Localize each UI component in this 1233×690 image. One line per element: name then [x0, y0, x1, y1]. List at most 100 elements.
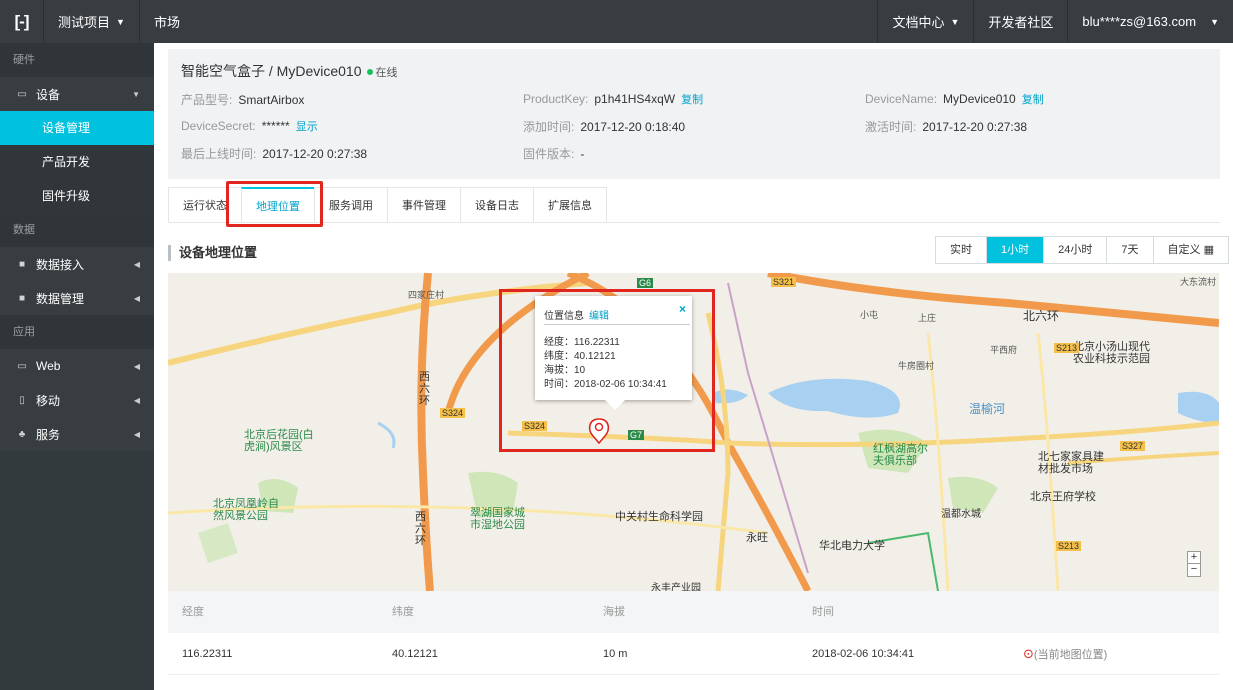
sidebar-item-label: 数据接入	[36, 257, 85, 272]
range-custom[interactable]: 自定义 ▦	[1153, 237, 1228, 263]
sidebar-item-product-dev[interactable]: 产品开发	[0, 145, 154, 179]
cell-altitude: 10 m	[603, 648, 628, 660]
sidebar-section-app: 应用	[0, 315, 154, 349]
time-range-selector: 实时 1小时 24小时 7天 自定义 ▦	[935, 236, 1229, 264]
section-title: 设备地理位置	[168, 245, 257, 261]
sidebar-item-label: 服务	[36, 427, 61, 442]
sidebar-item-data-mgmt[interactable]: ■ 数据管理 ◀	[0, 281, 154, 315]
field-value: -	[580, 147, 585, 161]
field-value: 2017-12-20 0:27:38	[262, 147, 368, 161]
header-longitude: 经度	[182, 606, 204, 618]
field-label: 产品型号:	[181, 93, 233, 107]
data-icon: ■	[18, 292, 26, 304]
cell-time: 2018-02-06 10:34:41	[812, 648, 915, 660]
field-value: MyDevice010	[943, 92, 1016, 106]
sidebar-section-hardware: 硬件	[0, 43, 154, 77]
header-altitude: 海拔	[603, 606, 625, 618]
online-dot-icon	[367, 69, 374, 75]
show-secret-link[interactable]: 显示	[296, 121, 318, 133]
zoom-out-button[interactable]: −	[1188, 564, 1200, 576]
map-label: 平西府	[990, 345, 1018, 355]
sidebar-item-web[interactable]: ▭ Web ◀	[0, 349, 154, 383]
table-row: 116.22311 40.12121 10 m 2018-02-06 10:34…	[168, 633, 1219, 675]
range-7d[interactable]: 7天	[1107, 237, 1154, 263]
map-pin-icon: ⊙	[1023, 646, 1034, 661]
market-link[interactable]: 市场	[138, 0, 194, 43]
map-label: 中关村生命科学园	[615, 511, 703, 523]
aliyun-logo[interactable]: [-]	[0, 0, 43, 43]
map-zoom-control: + −	[1187, 551, 1201, 577]
map-label: 翠湖国家城市湿地公园	[470, 507, 525, 531]
sidebar-item-firmware[interactable]: 固件升级	[0, 179, 154, 213]
field-value: p1h41HS4xqW	[594, 92, 676, 106]
tab-extend[interactable]: 扩展信息	[533, 187, 607, 223]
field-devicename: DeviceName: MyDevice010 复制	[865, 91, 1044, 107]
sidebar-item-service[interactable]: ♣ 服务 ◀	[0, 417, 154, 451]
caret-down-icon: ▼	[116, 16, 125, 27]
project-label: 测试项目	[58, 15, 111, 30]
market-label: 市场	[153, 15, 180, 30]
device-icon: ▭	[17, 88, 27, 100]
device-status: 在线	[375, 67, 398, 79]
map-label: 北六环	[1023, 309, 1060, 323]
field-productkey: ProductKey: p1h41HS4xqW 复制	[523, 91, 703, 107]
sidebar-item-label: 数据管理	[36, 291, 85, 306]
device-info-panel: 智能空气盒子 / MyDevice010 在线 产品型号: SmartAirbox …	[168, 49, 1220, 179]
location-table: 经度 纬度 海拔 时间 116.22311 40.12121 10 m 2018…	[168, 591, 1219, 675]
community-label: 开发者社区	[988, 15, 1054, 30]
user-name: blu****zs@163.com	[1082, 14, 1197, 29]
cell-longitude: 116.22311	[182, 648, 233, 660]
calendar-icon: ▦	[1203, 244, 1214, 256]
caret-left-icon: ◀	[133, 259, 140, 269]
copy-devicename-link[interactable]: 复制	[1022, 94, 1044, 106]
field-label: 最后上线时间:	[181, 147, 257, 161]
table-header: 经度 纬度 海拔 时间	[168, 591, 1219, 633]
user-menu[interactable]: blu****zs@163.com ▼	[1067, 0, 1233, 43]
map-label: 小屯	[860, 310, 879, 320]
docs-menu[interactable]: 文档中心 ▼	[877, 0, 973, 43]
sidebar-item-label: 移动	[36, 393, 61, 408]
header-time: 时间	[812, 606, 834, 618]
field-label: DeviceSecret:	[181, 119, 256, 133]
device-title: 智能空气盒子 / MyDevice010 在线	[181, 61, 397, 81]
sidebar-item-mobile[interactable]: ▯ 移动 ◀	[0, 383, 154, 417]
tab-logs[interactable]: 设备日志	[460, 187, 533, 223]
map-label: 北七家家具建材批发市场	[1038, 451, 1104, 475]
device-name: 智能空气盒子 / MyDevice010	[181, 63, 362, 79]
field-value: 2017-12-20 0:18:40	[580, 120, 686, 134]
sidebar-item-device[interactable]: ▭ 设备 ▼	[0, 77, 154, 111]
project-selector[interactable]: 测试项目 ▼	[43, 0, 139, 43]
road-badge: S327	[1120, 441, 1146, 451]
field-label: ProductKey:	[523, 92, 589, 106]
community-link[interactable]: 开发者社区	[973, 0, 1067, 43]
copy-productkey-link[interactable]: 复制	[681, 94, 703, 106]
current-location-link[interactable]: ⊙(当前地图位置)	[1023, 633, 1107, 676]
range-1h[interactable]: 1小时	[987, 237, 1045, 263]
map-label: 温都水城	[941, 509, 981, 520]
field-value: SmartAirbox	[238, 93, 305, 107]
road-badge: S213	[1056, 541, 1082, 551]
range-24h[interactable]: 24小时	[1044, 237, 1108, 263]
sidebar-item-device-mgmt[interactable]: 设备管理	[0, 111, 154, 145]
field-label: DeviceName:	[865, 92, 938, 106]
range-realtime[interactable]: 实时	[936, 237, 987, 263]
road-badge: S213	[1054, 343, 1080, 353]
tab-service[interactable]: 服务调用	[314, 187, 387, 223]
road-badge: G6	[637, 278, 654, 288]
sidebar-section-data: 数据	[0, 213, 154, 247]
field-label: 激活时间:	[865, 120, 917, 134]
tab-events[interactable]: 事件管理	[387, 187, 460, 223]
field-label: 固件版本:	[523, 147, 575, 161]
sidebar-item-data-access[interactable]: ■ 数据接入 ◀	[0, 247, 154, 281]
docs-label: 文档中心	[892, 15, 945, 30]
cubes-icon: ♣	[18, 428, 26, 440]
map-label: 红枫湖高尔夫俱乐部	[873, 443, 928, 467]
map-label: 上庄	[918, 313, 937, 323]
range-custom-label: 自定义	[1167, 244, 1201, 256]
map-label: 北京凤凰岭自然风景公园	[213, 498, 279, 522]
road-badge: S324	[440, 408, 466, 418]
field-last-online: 最后上线时间: 2017-12-20 0:27:38	[181, 145, 367, 162]
sidebar-item-label: Web	[36, 359, 61, 373]
map-label: 北京小汤山现代农业科技示范园	[1073, 341, 1150, 365]
